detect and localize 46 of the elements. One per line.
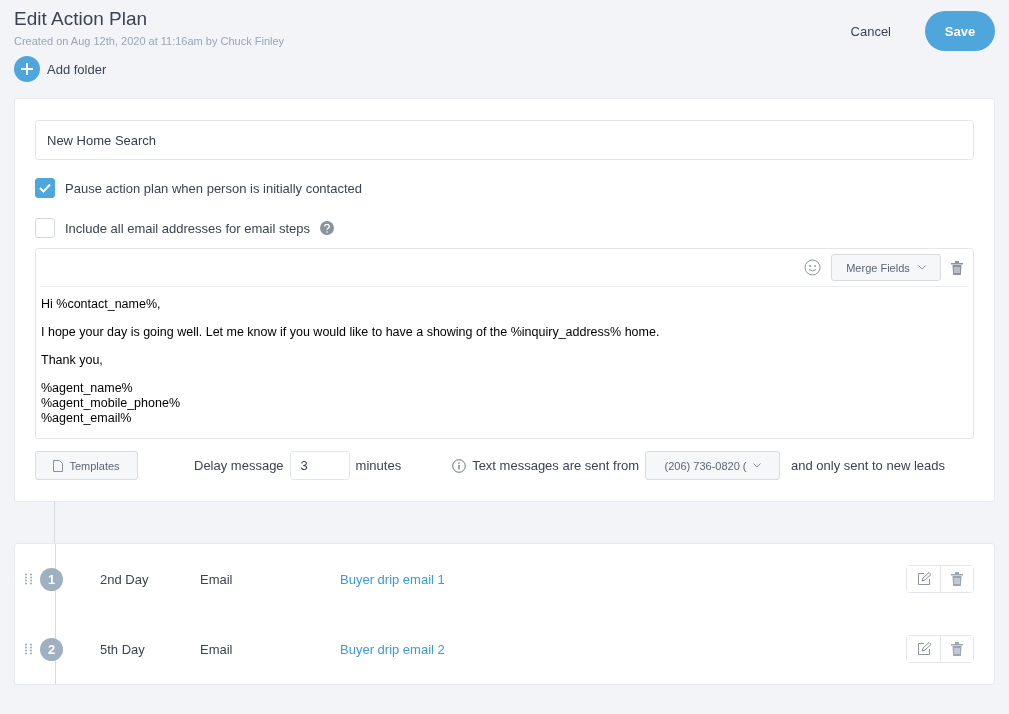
created-info: Created on Aug 12th, 2020 at 11:16am by Chuck Finley	[14, 35, 285, 47]
message-paragraph: Hi %contact_name%,	[41, 297, 162, 312]
edit-icon	[916, 642, 931, 656]
add-folder-button[interactable]: Add folder	[14, 56, 285, 82]
caret-icon	[752, 463, 761, 468]
delay-unit: minutes	[355, 458, 402, 473]
message-paragraph: %agent_name% %agent_mobile_phone% %agent_email%	[41, 381, 181, 426]
step-title-link[interactable]: Buyer drip email 2	[340, 641, 906, 657]
message-paragraph: I hope your day is going well. Let me know if you would like to have a showing of the %inquiry_address% home.	[41, 325, 661, 340]
templates-button[interactable]: Templates	[35, 451, 138, 480]
edit-icon	[916, 572, 931, 586]
message-paragraph: Thank you,	[41, 353, 104, 368]
info-icon	[452, 458, 467, 473]
cancel-button[interactable]: Cancel	[844, 22, 897, 40]
drag-handle-icon[interactable]	[25, 573, 32, 585]
step-number: 2	[40, 637, 63, 661]
step-type: Email	[200, 641, 234, 657]
trash-icon	[951, 260, 963, 275]
message-editor[interactable]: Merge Fields Hi %contact_name%, I hope your day is going well. Let me know if you would like to have a showing of the %inquiry_address% home. Thank you, %agent_name% %agent_mobile_phone% %agent_email%	[35, 248, 974, 439]
plan-name-field[interactable]: New Home Search	[35, 120, 974, 160]
smiley-icon[interactable]	[804, 259, 821, 276]
step-title-link[interactable]: Buyer drip email 1	[340, 571, 906, 587]
step-number: 1	[40, 567, 63, 591]
delete-button[interactable]	[940, 636, 973, 662]
delete-button[interactable]	[940, 566, 973, 592]
option-label: Include all email addresses for email steps	[65, 220, 310, 236]
delay-input[interactable]: 3	[289, 451, 350, 480]
drag-handle-icon[interactable]	[25, 643, 32, 655]
option-label: Pause action plan when person is initially contacted	[65, 180, 362, 196]
sent-from-label: Text messages are sent from	[472, 458, 640, 473]
caret-icon	[917, 265, 926, 270]
sent-note: and only sent to new leads	[791, 458, 945, 473]
trash-icon	[951, 572, 963, 586]
step-day: 5th Day	[100, 641, 200, 657]
step-day: 2nd Day	[100, 571, 200, 587]
page-title: Edit Action Plan	[14, 8, 149, 30]
checkbox[interactable]	[35, 178, 55, 198]
phone-dropdown[interactable]: (206) 736-0820 (	[645, 451, 781, 480]
step-type: Email	[200, 571, 234, 587]
merge-fields-dropdown[interactable]: Merge Fields	[831, 254, 941, 281]
checkmark-icon	[39, 183, 51, 193]
trash-icon	[951, 642, 963, 656]
help-icon[interactable]	[319, 221, 334, 235]
document-icon	[53, 459, 64, 472]
plus-icon	[14, 56, 40, 82]
delay-label: Delay message	[194, 458, 284, 473]
